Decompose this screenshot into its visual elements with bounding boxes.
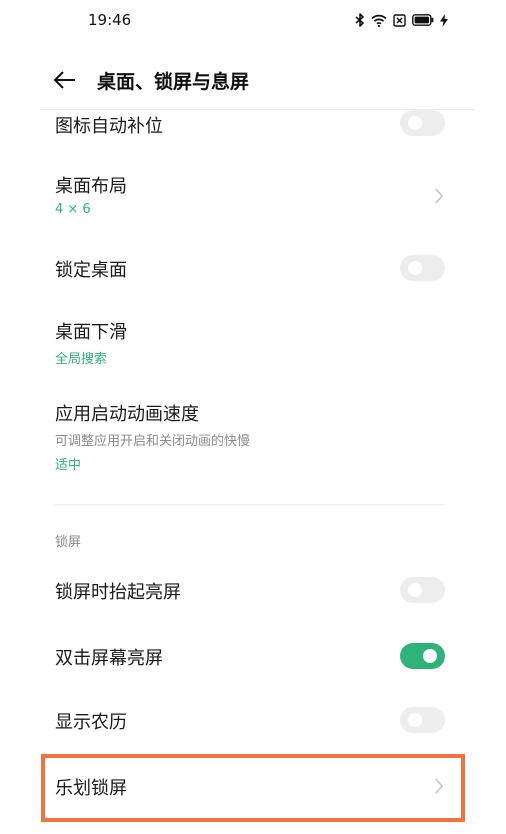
bluetooth-icon (355, 13, 364, 27)
settings-list[interactable]: 图标自动补位 桌面布局 4 × 6 锁定桌面 桌面下滑 全局搜索 应用启动动画速… (0, 110, 506, 834)
lock-desktop-toggle[interactable] (400, 255, 445, 281)
battery-icon (412, 14, 434, 26)
setting-value: 适中 (55, 458, 82, 473)
section-header-lockscreen: 锁屏 (55, 535, 82, 550)
setting-title: 显示农历 (55, 712, 127, 733)
setting-row-lunar-calendar[interactable]: 显示农历 (0, 694, 506, 746)
sim-icon (393, 13, 406, 27)
setting-title: 锁屏时抬起亮屏 (55, 582, 181, 603)
setting-row-raise-to-wake[interactable]: 锁屏时抬起亮屏 (0, 564, 506, 616)
toggle-knob (408, 713, 422, 727)
setting-row-launch-animation-speed[interactable]: 应用启动动画速度 可调整应用开启和关闭动画的快慢 适中 (0, 388, 506, 480)
chevron-right-icon (435, 188, 444, 204)
arrow-left-icon[interactable] (52, 68, 78, 92)
highlight-box (41, 754, 465, 822)
setting-row-desktop-layout[interactable]: 桌面布局 4 × 6 (0, 162, 506, 232)
double-tap-wake-toggle[interactable] (400, 643, 445, 669)
page-title: 桌面、锁屏与息屏 (97, 71, 250, 93)
setting-row-swipe-down[interactable]: 桌面下滑 全局搜索 (0, 306, 506, 376)
setting-title: 图标自动补位 (55, 116, 163, 137)
setting-value: 全局搜索 (55, 352, 108, 367)
wifi-icon (371, 14, 387, 27)
setting-summary: 可调整应用开启和关闭动画的快慢 (55, 434, 251, 449)
setting-title: 桌面布局 (55, 176, 127, 197)
raise-to-wake-toggle[interactable] (400, 577, 445, 603)
setting-row-lock-desktop[interactable]: 锁定桌面 (0, 242, 506, 292)
setting-title: 双击屏幕亮屏 (55, 648, 163, 669)
toggle-knob (408, 583, 422, 597)
toggle-knob (408, 261, 422, 275)
toggle-knob (423, 649, 437, 663)
section-divider (55, 504, 445, 505)
setting-row-icon-autofill[interactable]: 图标自动补位 (0, 110, 506, 146)
icon-autofill-toggle[interactable] (400, 110, 445, 136)
setting-value: 4 × 6 (55, 202, 91, 217)
toggle-knob (408, 116, 422, 130)
status-bar: 19:46 (0, 0, 506, 40)
top-app-bar: 桌面、锁屏与息屏 (0, 58, 506, 102)
charging-icon (440, 13, 448, 27)
setting-title: 应用启动动画速度 (55, 404, 199, 425)
setting-row-double-tap-wake[interactable]: 双击屏幕亮屏 (0, 630, 506, 682)
setting-title: 锁定桌面 (55, 260, 127, 281)
status-icons (355, 12, 448, 28)
setting-title: 桌面下滑 (55, 322, 127, 343)
lunar-calendar-toggle[interactable] (400, 707, 445, 733)
status-time: 19:46 (88, 11, 132, 29)
